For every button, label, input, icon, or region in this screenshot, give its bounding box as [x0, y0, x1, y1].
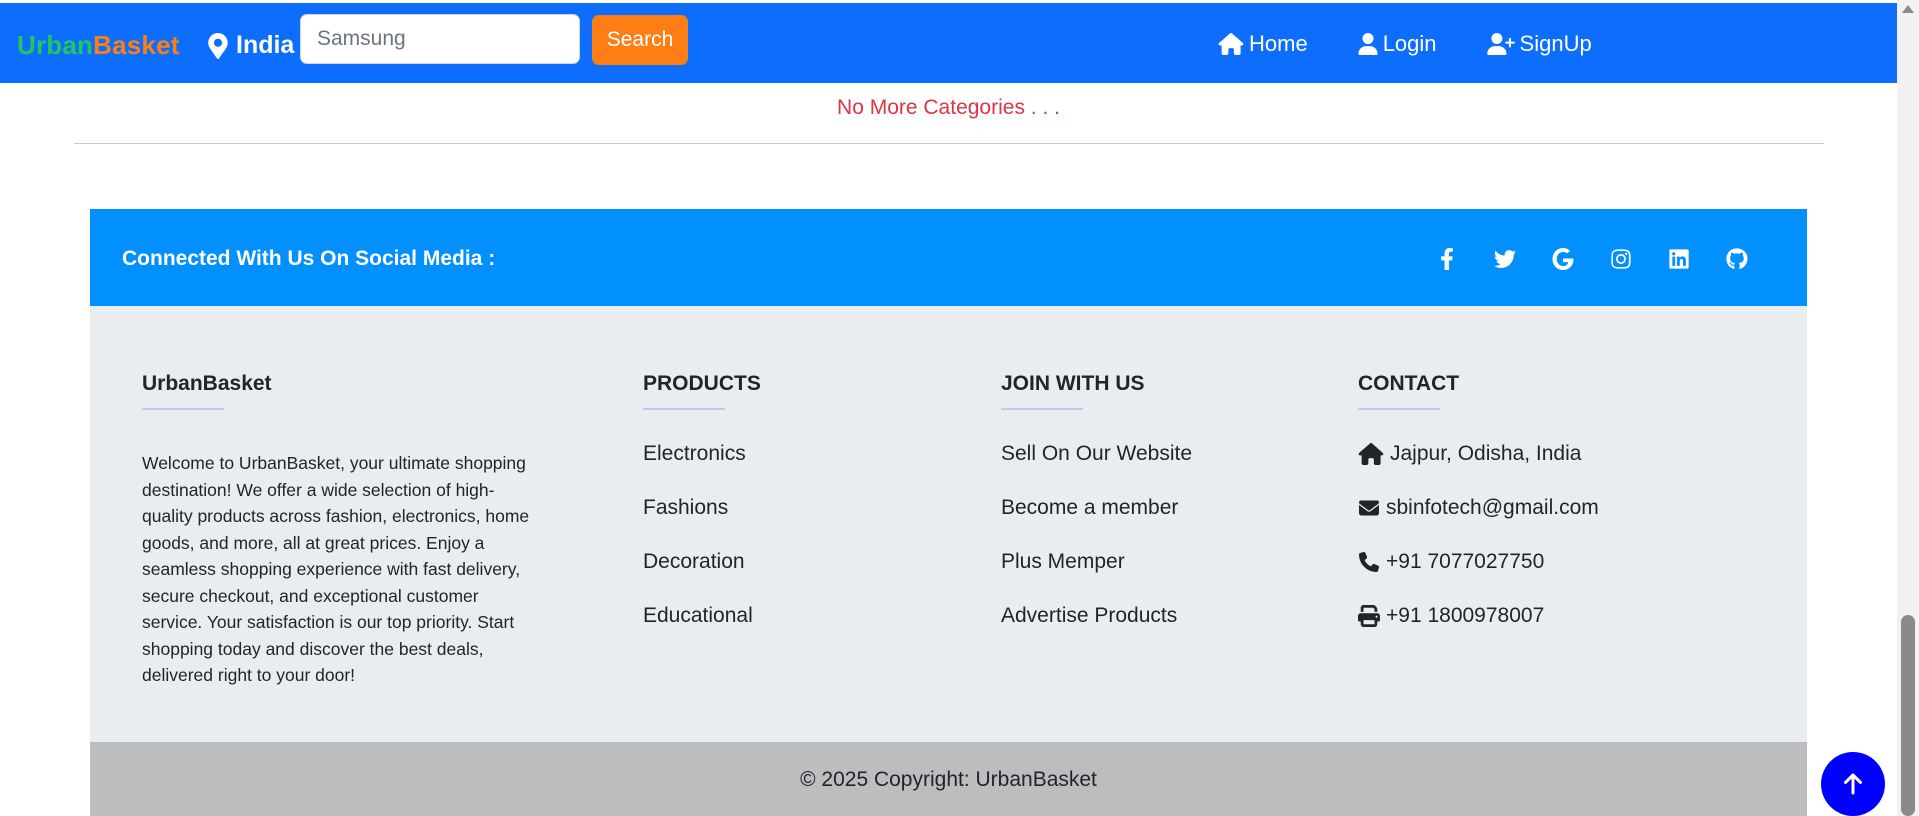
arrow-up-icon — [1843, 773, 1863, 795]
home-icon — [1218, 33, 1244, 55]
facebook-icon[interactable] — [1435, 247, 1459, 271]
join-link-member[interactable]: Become a member — [1001, 496, 1192, 520]
contact-fax: +91 1800978007 — [1358, 604, 1599, 628]
user-icon — [1358, 33, 1378, 55]
join-link-advertise[interactable]: Advertise Products — [1001, 604, 1192, 628]
scroll-to-top-button[interactable] — [1821, 752, 1885, 816]
location-label: India — [236, 31, 295, 59]
print-icon — [1358, 605, 1380, 627]
location-selector[interactable]: India — [208, 31, 294, 60]
contact-email: sbinfotech@gmail.com — [1358, 496, 1599, 520]
footer-products-heading: PRODUCTS — [643, 372, 761, 395]
join-link-plus[interactable]: Plus Memper — [1001, 550, 1192, 574]
page-scrollbar[interactable] — [1897, 0, 1919, 816]
contact-list: Jajpur, Odisha, India sbinfotech@gmail.c… — [1358, 442, 1599, 628]
user-plus-icon — [1486, 33, 1515, 55]
contact-fax-text: +91 1800978007 — [1386, 604, 1545, 627]
linkedin-icon[interactable] — [1667, 247, 1691, 271]
page: UrbanBasket India Search Home Login Sign… — [0, 0, 1919, 816]
scroll-up-arrow-icon[interactable] — [1902, 5, 1914, 13]
footer-contact-heading: CONTACT — [1358, 372, 1460, 395]
nav-login-label: Login — [1382, 31, 1437, 56]
footer-join-heading: JOIN WITH US — [1001, 372, 1145, 395]
phone-icon — [1359, 552, 1380, 572]
social-title: Connected With Us On Social Media : — [122, 247, 496, 270]
footer-about-text: Welcome to UrbanBasket, your ultimate sh… — [142, 453, 530, 685]
contact-phone-text: +91 7077027750 — [1386, 550, 1545, 573]
nav-links: Home Login SignUp — [1218, 31, 1642, 57]
contact-address: Jajpur, Odisha, India — [1358, 442, 1599, 466]
footer-products-column: PRODUCTS Electronics Fashions Decoration… — [643, 372, 761, 658]
products-list: Electronics Fashions Decoration Educatio… — [643, 442, 761, 628]
google-icon[interactable] — [1551, 247, 1575, 271]
footer-join-column: JOIN WITH US Sell On Our Website Become … — [1001, 372, 1192, 658]
brand-logo[interactable]: UrbanBasket — [17, 30, 180, 61]
nav-signup-label: SignUp — [1519, 31, 1592, 56]
heading-underline — [1358, 408, 1440, 410]
copyright-bar: © 2025 Copyright: UrbanBasket — [90, 742, 1807, 816]
nav-login-link[interactable]: Login — [1358, 31, 1437, 57]
product-link-educational[interactable]: Educational — [643, 604, 761, 628]
envelope-icon — [1359, 500, 1379, 516]
search-input[interactable] — [300, 14, 580, 64]
home-icon — [1358, 443, 1384, 465]
no-more-categories-message: No More Categories . . . — [837, 96, 1060, 119]
heading-underline — [142, 408, 224, 410]
contact-email-text: sbinfotech@gmail.com — [1386, 496, 1599, 519]
footer: UrbanBasket Welcome to UrbanBasket, your… — [90, 306, 1807, 742]
footer-about-column: UrbanBasket Welcome to UrbanBasket, your… — [142, 372, 542, 706]
nav-signup-link[interactable]: SignUp — [1486, 31, 1592, 57]
product-link-electronics[interactable]: Electronics — [643, 442, 761, 466]
social-icons — [1435, 247, 1783, 271]
heading-underline — [643, 408, 725, 410]
section-divider — [74, 143, 1824, 144]
scrollbar-thumb[interactable] — [1901, 615, 1915, 816]
navbar: UrbanBasket India Search Home Login Sign… — [0, 3, 1897, 83]
footer-about-heading: UrbanBasket — [142, 372, 272, 395]
nav-home-link[interactable]: Home — [1218, 31, 1308, 57]
heading-underline — [1001, 408, 1083, 410]
product-link-fashions[interactable]: Fashions — [643, 496, 761, 520]
map-marker-icon — [208, 32, 228, 59]
brand-text-basket: Basket — [93, 30, 180, 60]
brand-text-urban: Urban — [17, 30, 94, 60]
product-link-decoration[interactable]: Decoration — [643, 550, 761, 574]
footer-contact-column: CONTACT Jajpur, Odisha, India sbinfotech… — [1358, 372, 1599, 658]
twitter-icon[interactable] — [1493, 247, 1517, 271]
social-media-bar: Connected With Us On Social Media : — [90, 209, 1807, 306]
instagram-icon[interactable] — [1609, 247, 1633, 271]
contact-address-text: Jajpur, Odisha, India — [1390, 442, 1582, 465]
contact-phone: +91 7077027750 — [1358, 550, 1599, 574]
join-list: Sell On Our Website Become a member Plus… — [1001, 442, 1192, 628]
github-icon[interactable] — [1725, 247, 1749, 271]
join-link-sell[interactable]: Sell On Our Website — [1001, 442, 1192, 466]
nav-home-label: Home — [1249, 31, 1308, 56]
search-button[interactable]: Search — [592, 15, 688, 65]
